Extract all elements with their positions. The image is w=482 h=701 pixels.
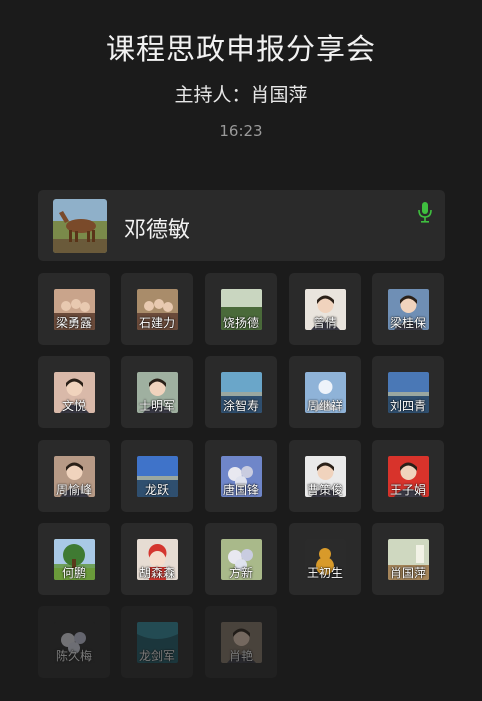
meeting-time: 16:23 <box>219 122 263 140</box>
participant-tile[interactable]: 刘四青 <box>372 356 444 428</box>
meeting-title: 课程思政申报分享会 <box>105 32 376 66</box>
participant-name: 王子娟 <box>389 483 426 497</box>
participant-tile[interactable]: 龙剑军 <box>121 606 193 678</box>
speaker-avatar <box>53 199 107 253</box>
participant-name: 何鹏 <box>61 566 86 580</box>
participant-name: 胡森森 <box>138 566 175 580</box>
participant-name: 陈久梅 <box>55 649 92 663</box>
participant-tile[interactable]: 方新 <box>205 523 277 595</box>
meeting-host: 主持人：肖国萍 <box>174 84 308 106</box>
participant-name: 龙跃 <box>144 483 169 497</box>
participant-tile[interactable]: 梁勇露 <box>38 273 110 345</box>
participant-name: 周继祥 <box>306 399 343 413</box>
participant-name: 饶扬德 <box>222 316 259 330</box>
participant-tile[interactable]: 龙跃 <box>121 440 193 512</box>
participant-tile[interactable]: 涂智寿 <box>205 356 277 428</box>
participant-tile[interactable]: 王初生 <box>289 523 361 595</box>
participant-name: 刘四青 <box>389 399 426 413</box>
participant-tile[interactable]: 陈久梅 <box>38 606 110 678</box>
participant-name: 周愉峰 <box>55 483 92 497</box>
participant-name: 梁勇露 <box>55 316 92 330</box>
participant-tile[interactable]: 曾倩 <box>289 273 361 345</box>
participant-name: 肖国萍 <box>389 566 426 580</box>
participant-tile[interactable]: 唐国锋 <box>205 440 277 512</box>
speaker-name: 邓德敏 <box>124 218 191 243</box>
participant-name: 曾倩 <box>312 316 337 330</box>
participant-name: 士明军 <box>138 399 175 413</box>
participant-tile[interactable]: 肖艳 <box>205 606 277 678</box>
participant-name: 石建力 <box>138 316 175 330</box>
participant-name: 唐国锋 <box>222 483 259 497</box>
participant-tile[interactable]: 文悦 <box>38 356 110 428</box>
participant-name: 涂智寿 <box>222 399 259 413</box>
participant-name: 曹策俊 <box>306 483 343 497</box>
participant-tile[interactable]: 石建力 <box>121 273 193 345</box>
participant-name: 文悦 <box>61 399 86 413</box>
participant-tile[interactable]: 士明军 <box>121 356 193 428</box>
participant-name: 肖艳 <box>228 649 253 663</box>
participant-name: 梁桂保 <box>389 316 426 330</box>
participant-tile[interactable]: 王子娟 <box>372 440 444 512</box>
participant-tile[interactable]: 何鹏 <box>38 523 110 595</box>
participant-tile[interactable]: 梁桂保 <box>372 273 444 345</box>
participant-name: 王初生 <box>306 566 343 580</box>
microphone-icon[interactable] <box>417 201 433 223</box>
participant-name: 方新 <box>228 566 253 580</box>
participant-name: 龙剑军 <box>138 649 175 663</box>
participant-tile[interactable]: 周愉峰 <box>38 440 110 512</box>
participant-tile[interactable]: 肖国萍 <box>372 523 444 595</box>
participant-tile[interactable]: 曹策俊 <box>289 440 361 512</box>
participant-tile[interactable]: 胡森森 <box>121 523 193 595</box>
participant-tile[interactable]: 周继祥 <box>289 356 361 428</box>
active-speaker-card[interactable]: 邓德敏 <box>38 190 445 261</box>
participant-tile[interactable]: 饶扬德 <box>205 273 277 345</box>
